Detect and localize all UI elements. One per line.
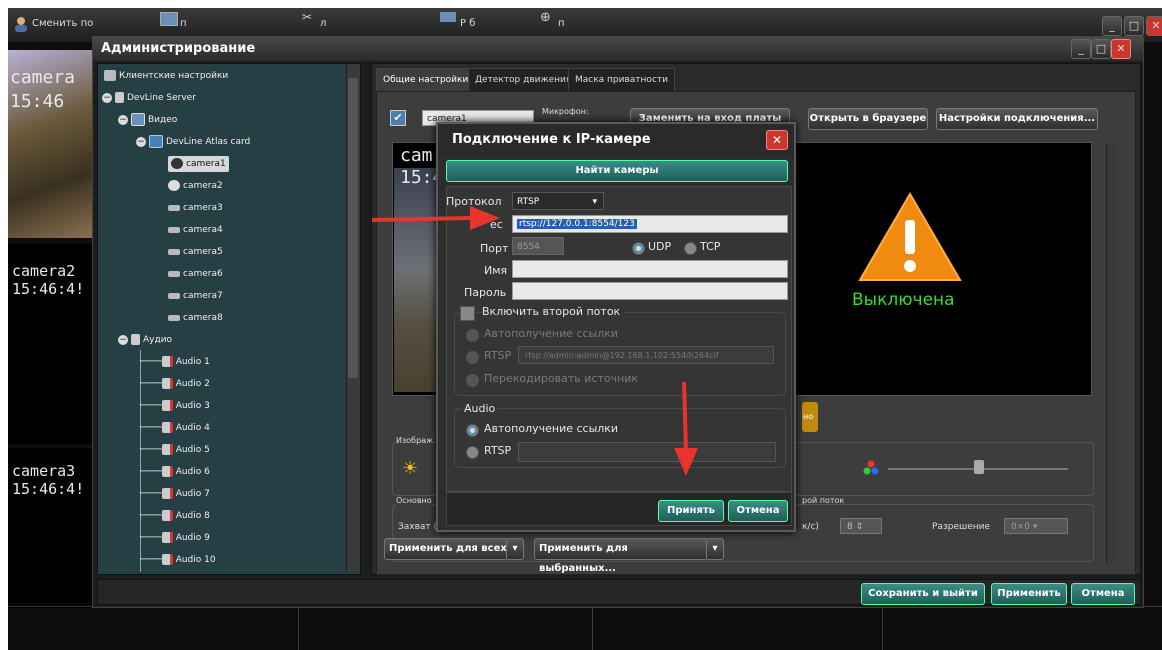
arrow-to-address-head xyxy=(470,206,500,230)
arrow-to-address xyxy=(371,216,471,222)
annotation-arrows xyxy=(371,206,698,476)
arrow-to-accept xyxy=(682,381,688,453)
arrow-to-accept-head xyxy=(674,448,698,476)
